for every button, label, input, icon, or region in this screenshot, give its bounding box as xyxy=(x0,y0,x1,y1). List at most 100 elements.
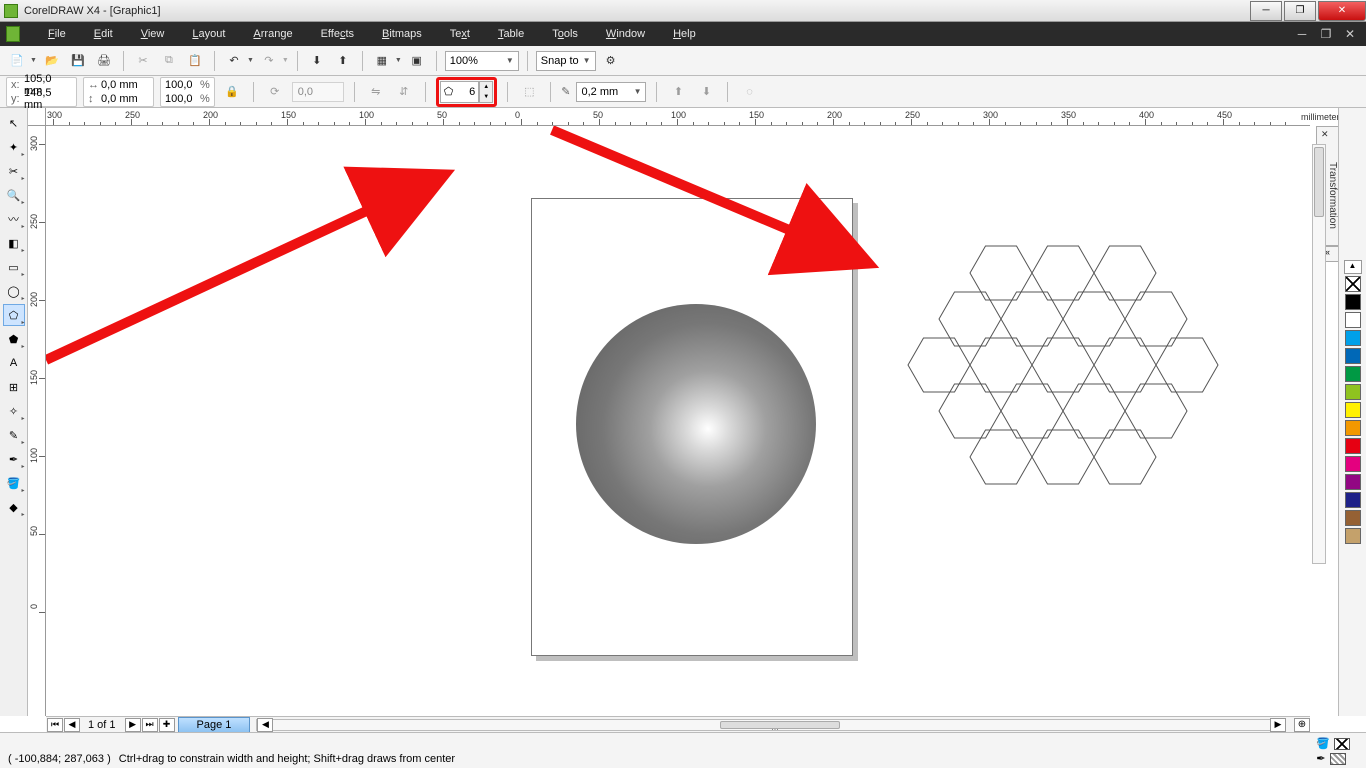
close-button[interactable]: ✕ xyxy=(1318,1,1366,21)
hexagon[interactable] xyxy=(1094,430,1156,484)
swatch[interactable] xyxy=(1345,456,1361,472)
vertical-scrollbar[interactable] xyxy=(1312,144,1326,564)
app-launcher-button[interactable]: ▦ xyxy=(371,50,393,72)
lock-icon[interactable]: 🔒 xyxy=(221,85,243,98)
save-button[interactable]: 💾 xyxy=(67,50,89,72)
open-button[interactable]: 📂 xyxy=(41,50,63,72)
interactive-tool[interactable]: ✧▸ xyxy=(3,400,25,422)
rectangle-tool[interactable]: ▭▸ xyxy=(3,256,25,278)
last-page-button[interactable]: ⏭ xyxy=(142,718,158,732)
swatch[interactable] xyxy=(1345,348,1361,364)
print-button[interactable]: 🖨 xyxy=(93,50,115,72)
menu-window[interactable]: Window xyxy=(596,25,655,43)
rotation-input[interactable]: 0,0 xyxy=(292,82,344,102)
hscroll-left[interactable]: ◀ xyxy=(257,718,273,732)
menu-effects[interactable]: Effects xyxy=(311,25,364,43)
menu-bitmaps[interactable]: Bitmaps xyxy=(372,25,432,43)
crop-tool[interactable]: ✂▸ xyxy=(3,160,25,182)
redo-button[interactable]: ↷ xyxy=(258,50,280,72)
basic-shapes-tool[interactable]: ⬟▸ xyxy=(3,328,25,350)
swatch[interactable] xyxy=(1345,492,1361,508)
to-back-button[interactable]: ⬇ xyxy=(695,81,717,103)
doc-close-button[interactable]: ✕ xyxy=(1340,27,1360,41)
next-page-button[interactable]: ▶ xyxy=(125,718,141,732)
mirror-h-button[interactable]: ⇋ xyxy=(365,81,387,103)
undo-button[interactable]: ↶ xyxy=(223,50,245,72)
minimize-button[interactable]: ─ xyxy=(1250,1,1282,21)
text-tool[interactable]: A xyxy=(3,352,25,374)
menu-edit[interactable]: Edit xyxy=(84,25,123,43)
new-button[interactable]: 📄 xyxy=(6,50,28,72)
swatch[interactable] xyxy=(1345,330,1361,346)
menu-text[interactable]: Text xyxy=(440,25,480,43)
first-page-button[interactable]: ⏮ xyxy=(47,718,63,732)
to-front-button[interactable]: ⬆ xyxy=(667,81,689,103)
ruler-vertical[interactable]: 300250200150100500 xyxy=(28,126,46,716)
swatch[interactable] xyxy=(1345,402,1361,418)
scale-box[interactable]: 100,0% 100,0% xyxy=(160,77,215,107)
doc-restore-button[interactable]: ❐ xyxy=(1316,27,1336,41)
snap-dropdown[interactable]: Snap to▼ xyxy=(536,51,596,71)
ellipse-tool[interactable]: ◯▸ xyxy=(3,280,25,302)
palette-scroll-up[interactable]: ▲ xyxy=(1344,260,1362,274)
import-button[interactable]: ⬇ xyxy=(306,50,328,72)
polygon-tool[interactable]: ⬠▸ xyxy=(3,304,25,326)
fill-swatch[interactable] xyxy=(1334,738,1350,750)
export-button[interactable]: ⬆ xyxy=(332,50,354,72)
swatch-none[interactable] xyxy=(1345,276,1361,292)
sides-down-button[interactable]: ▼ xyxy=(480,92,492,102)
smart-fill-tool[interactable]: ◧▸ xyxy=(3,232,25,254)
outline-tool[interactable]: ✒▸ xyxy=(3,448,25,470)
add-page-button[interactable]: ✚ xyxy=(159,718,175,732)
swatch[interactable] xyxy=(1345,474,1361,490)
menu-file[interactable]: File xyxy=(38,25,76,43)
eyedropper-tool[interactable]: ✎▸ xyxy=(3,424,25,446)
swatch[interactable] xyxy=(1345,312,1361,328)
prev-page-button[interactable]: ◀ xyxy=(64,718,80,732)
sides-up-button[interactable]: ▲ xyxy=(480,82,492,92)
menu-layout[interactable]: Layout xyxy=(182,25,235,43)
ruler-origin[interactable] xyxy=(28,108,46,126)
hexagon[interactable] xyxy=(1032,430,1094,484)
pick-tool[interactable]: ↖ xyxy=(3,112,25,134)
wrap-text-button[interactable]: ⬚ xyxy=(518,81,540,103)
polygon-sides-input[interactable]: ⬠ 6 xyxy=(440,81,480,103)
canvas[interactable] xyxy=(46,126,1310,716)
size-box[interactable]: ↔0,0 mm ↕0,0 mm xyxy=(83,77,154,107)
hexagon[interactable] xyxy=(970,430,1032,484)
menu-table[interactable]: Table xyxy=(488,25,534,43)
hscroll-right[interactable]: ▶ xyxy=(1270,718,1286,732)
fill-tool[interactable]: 🪣▸ xyxy=(3,472,25,494)
maximize-button[interactable]: ❐ xyxy=(1284,1,1316,21)
table-tool[interactable]: ⊞ xyxy=(3,376,25,398)
doc-minimize-button[interactable]: ─ xyxy=(1292,27,1312,41)
swatch[interactable] xyxy=(1345,294,1361,310)
menu-arrange[interactable]: Arrange xyxy=(243,25,302,43)
swatch[interactable] xyxy=(1345,420,1361,436)
outline-swatch[interactable] xyxy=(1330,753,1346,765)
interactive-fill-tool[interactable]: ◆▸ xyxy=(3,496,25,518)
navigator-button[interactable]: ⊕ xyxy=(1294,718,1310,732)
outline-width-dropdown[interactable]: 0,2 mm▼ xyxy=(576,82,646,102)
sphere-object[interactable] xyxy=(576,304,816,544)
convert-curves-button[interactable]: ◌ xyxy=(738,81,760,103)
mirror-v-button[interactable]: ⇵ xyxy=(393,81,415,103)
horizontal-scrollbar[interactable]: ◀ ⁞⁞⁞ ▶ xyxy=(256,719,1286,731)
zoom-dropdown[interactable]: 100%▼ xyxy=(445,51,519,71)
menu-tools[interactable]: Tools xyxy=(542,25,588,43)
position-box[interactable]: x:105,0 mm y:148,5 mm xyxy=(6,77,77,107)
freehand-tool[interactable]: 〰▸ xyxy=(3,208,25,230)
swatch[interactable] xyxy=(1345,528,1361,544)
menu-view[interactable]: View xyxy=(131,25,175,43)
swatch[interactable] xyxy=(1345,384,1361,400)
swatch[interactable] xyxy=(1345,438,1361,454)
ruler-horizontal[interactable]: 3002502001501005005010015020025030035040… xyxy=(28,108,1310,126)
zoom-tool[interactable]: 🔍▸ xyxy=(3,184,25,206)
page-tab-1[interactable]: Page 1 xyxy=(178,717,251,733)
cut-button[interactable]: ✂ xyxy=(132,50,154,72)
options-button[interactable]: ⚙ xyxy=(600,50,622,72)
swatch[interactable] xyxy=(1345,366,1361,382)
welcome-button[interactable]: ▣ xyxy=(406,50,428,72)
swatch[interactable] xyxy=(1345,510,1361,526)
menu-help[interactable]: Help xyxy=(663,25,706,43)
